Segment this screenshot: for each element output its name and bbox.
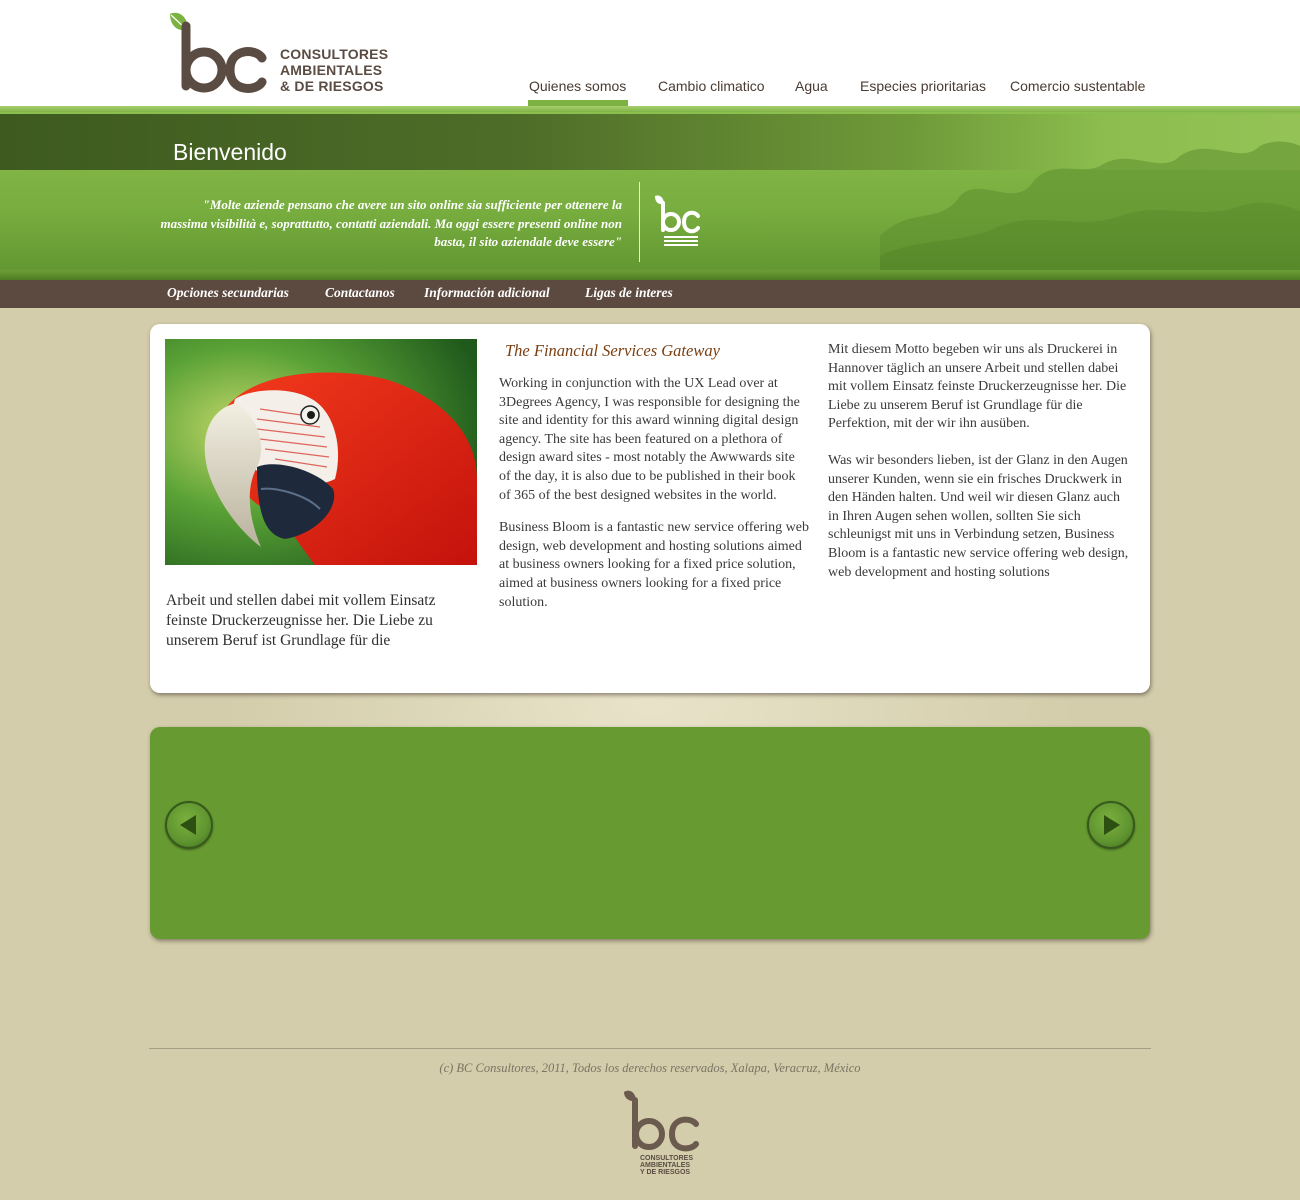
nav-especies-prioritarias[interactable]: Especies prioritarias <box>860 78 986 94</box>
site-header: CONSULTORES AMBIENTALES & DE RIESGOS Qui… <box>0 0 1300 106</box>
footer-copyright: (c) BC Consultores, 2011, Todos los dere… <box>439 1061 861 1075</box>
banner-bottom-border <box>0 270 1300 280</box>
image-slider <box>150 727 1150 939</box>
footer-divider <box>149 1048 1151 1049</box>
banner-quote: "Molte aziende pensano che avere un sito… <box>160 197 622 249</box>
secondary-nav: Opciones secundarias Contactanos Informa… <box>0 280 1300 308</box>
slider-prev-button[interactable] <box>165 801 213 849</box>
middle-column: The Financial Services Gateway Working i… <box>499 341 809 626</box>
subnav-informacion-adicional[interactable]: Información adicional <box>424 285 550 301</box>
footer-logo-line: CONSULTORES <box>640 1155 693 1162</box>
nav-comercio-sustentable[interactable]: Comercio sustentable <box>1010 78 1145 94</box>
trees-illustration <box>880 141 1300 276</box>
banner-logo <box>655 195 700 246</box>
logo-line: AMBIENTALES <box>280 62 383 78</box>
nav-cambio-climatico[interactable]: Cambio climatico <box>658 78 765 94</box>
quote-divider <box>639 182 640 262</box>
subnav-opciones-secundarias[interactable]: Opciones secundarias <box>167 285 289 301</box>
left-column-text: Arbeit und stellen dabei mit vollem Eins… <box>166 592 436 649</box>
banner-top-border <box>0 106 1300 112</box>
slider-next-button[interactable] <box>1087 801 1135 849</box>
content-card: Arbeit und stellen dabei mit vollem Eins… <box>150 324 1150 693</box>
arrow-left-icon <box>180 815 196 835</box>
paragraph: Business Bloom is a fantastic new servic… <box>499 520 810 610</box>
paragraph: Was wir besonders lieben, ist der Glanz … <box>828 452 1129 580</box>
arrow-right-icon <box>1104 815 1120 835</box>
section-heading: The Financial Services Gateway <box>505 341 720 360</box>
hero-banner: Bienvenido "Molte aziende pensano che av… <box>0 106 1300 280</box>
banner-title: Bienvenido <box>173 139 287 165</box>
main-nav: Quienes somos Cambio climatico Agua Espe… <box>0 78 1300 106</box>
subnav-contactanos[interactable]: Contactanos <box>325 285 395 301</box>
subnav-ligas-de-interes[interactable]: Ligas de interes <box>585 285 673 301</box>
right-column: Mit diesem Motto begeben wir uns als Dru… <box>828 341 1134 600</box>
footer-logo-line: Y DE RIESGOS <box>640 1169 690 1176</box>
nav-agua[interactable]: Agua <box>795 78 828 94</box>
nav-quienes-somos[interactable]: Quienes somos <box>529 78 626 94</box>
paragraph: Working in conjunction with the UX Lead … <box>499 376 800 503</box>
logo-line: CONSULTORES <box>280 46 389 62</box>
footer-logo: CONSULTORES AMBIENTALES Y DE RIESGOS <box>624 1090 699 1176</box>
parrot-image <box>165 339 477 565</box>
footer-logo-line: AMBIENTALES <box>640 1162 690 1169</box>
paragraph: Mit diesem Motto begeben wir uns als Dru… <box>828 342 1127 432</box>
parrot-illustration <box>165 339 477 565</box>
